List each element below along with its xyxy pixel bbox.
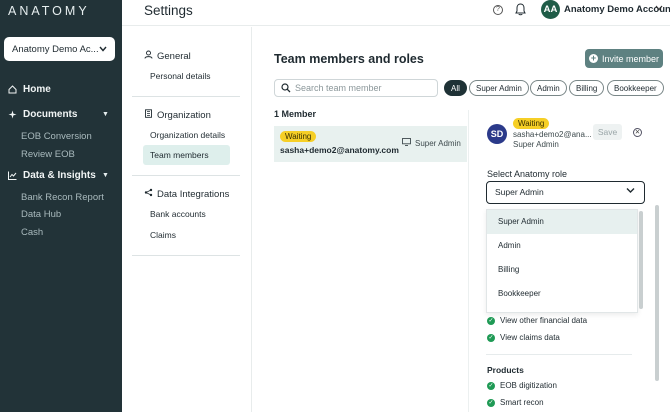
member-count: 1 Member (274, 109, 317, 119)
filter-chip-billing[interactable]: Billing (569, 80, 605, 96)
nav-data-insights-label: Data & Insights (23, 170, 96, 181)
role-option-super-admin[interactable]: Super Admin (487, 210, 637, 234)
plus-icon: + (588, 53, 598, 63)
role-select-value: Super Admin (495, 187, 544, 197)
account-select[interactable]: Anatomy Demo Ac... (4, 37, 115, 61)
role-option-billing[interactable]: Billing (487, 258, 637, 282)
settings-section-data-integrations-label: Data Integrations (157, 188, 230, 200)
member-detail-panel: SD Waiting sasha+demo2@ana... Super Admi… (468, 110, 670, 412)
nav-data-hub[interactable]: Data Hub (21, 209, 61, 220)
nav-documents-label: Documents (23, 109, 78, 120)
filter-chip-super-admin[interactable]: Super Admin (469, 80, 529, 96)
close-icon[interactable]: ✕ (633, 128, 642, 137)
nav-home[interactable]: Home (8, 84, 51, 95)
caret-down-icon[interactable]: ▼ (102, 111, 109, 118)
settings-item-bank-accounts[interactable]: Bank accounts (150, 209, 206, 219)
top-bar: Settings ? AA Anatomy Demo Account (122, 0, 670, 26)
product-item: ✓ EOB digitization (487, 381, 557, 390)
save-button[interactable]: Save (593, 124, 622, 140)
check-circle-icon: ✓ (487, 316, 495, 325)
building-icon (144, 109, 153, 121)
product-label: EOB digitization (500, 381, 557, 390)
permission-item: ✓ View other financial data (487, 316, 587, 325)
check-circle-icon: ✓ (487, 381, 495, 390)
member-email: sasha+demo2@anatomy.com (280, 145, 399, 155)
nav-data-insights[interactable]: Data & Insights (8, 170, 96, 181)
member-role: Super Admin (513, 140, 559, 149)
nav-bank-recon-report[interactable]: Bank Recon Report (21, 192, 104, 203)
permission-item: ✓ View claims data (487, 333, 560, 342)
member-role-label: Super Admin (415, 138, 461, 148)
settings-section-data-integrations: Data Integrations (144, 188, 229, 200)
settings-item-organization-details[interactable]: Organization details (150, 130, 225, 140)
section-title: Team members and roles (274, 52, 424, 66)
share-icon (144, 188, 153, 200)
settings-item-claims[interactable]: Claims (150, 230, 176, 240)
settings-section-general: General (144, 50, 191, 62)
role-option-admin[interactable]: Admin (487, 234, 637, 258)
search-icon (281, 83, 291, 95)
sparkle-icon (8, 110, 17, 119)
settings-nav: General Personal details Organization Or… (122, 27, 252, 412)
chart-line-icon (8, 171, 17, 180)
dropdown-scrollbar[interactable] (639, 211, 643, 309)
sidebar: ANATOMY Anatomy Demo Ac... Home Document… (0, 0, 122, 412)
product-item: ✓ Smart recon (487, 398, 544, 407)
home-icon (8, 85, 17, 94)
avatar[interactable]: AA (541, 0, 560, 19)
member-email: sasha+demo2@ana... (513, 130, 592, 139)
nav-eob-conversion[interactable]: EOB Conversion (21, 131, 92, 142)
divider (132, 175, 240, 176)
role-option-bookkeeper[interactable]: Bookkeeper (487, 282, 637, 306)
nav-review-eob[interactable]: Review EOB (21, 149, 75, 160)
help-icon[interactable]: ? (493, 5, 503, 15)
filter-chip-admin[interactable]: Admin (530, 80, 567, 96)
search-placeholder: Search team member (295, 83, 382, 93)
nav-documents[interactable]: Documents (8, 109, 77, 120)
status-badge: Waiting (280, 131, 317, 142)
app-logo: ANATOMY (8, 4, 90, 18)
filter-chip-all[interactable]: All (444, 80, 467, 96)
check-circle-icon: ✓ (487, 398, 495, 407)
bell-icon[interactable] (515, 3, 526, 19)
check-circle-icon: ✓ (487, 333, 495, 342)
role-dropdown-menu: Super Admin Admin Billing Bookkeeper (486, 209, 638, 313)
status-badge: Waiting (513, 118, 550, 129)
divider (486, 354, 632, 355)
table-row[interactable]: Waiting sasha+demo2@anatomy.com Super Ad… (274, 126, 467, 162)
user-icon (144, 50, 153, 62)
product-label: Smart recon (500, 398, 544, 407)
filter-chip-bookkeeper[interactable]: Bookkeeper (607, 80, 664, 96)
avatar: SD (487, 124, 507, 144)
invite-member-label: Invite member (601, 53, 660, 64)
chevron-down-icon (99, 44, 107, 55)
chevron-down-icon (626, 186, 635, 196)
settings-item-personal-details[interactable]: Personal details (150, 71, 210, 81)
chevron-down-icon[interactable] (655, 4, 663, 13)
settings-section-organization: Organization (144, 109, 211, 121)
invite-member-button[interactable]: + Invite member (585, 49, 663, 68)
search-input[interactable]: Search team member (274, 79, 438, 97)
member-role: Super Admin (402, 138, 461, 148)
role-select[interactable]: Super Admin (486, 181, 645, 204)
caret-down-icon[interactable]: ▼ (102, 172, 109, 179)
nav-home-label: Home (23, 84, 51, 95)
settings-item-team-members[interactable]: Team members (143, 145, 230, 165)
permission-label: View claims data (500, 333, 560, 342)
settings-section-organization-label: Organization (157, 109, 211, 121)
account-select-value: Anatomy Demo Ac... (12, 43, 99, 55)
settings-section-general-label: General (157, 50, 191, 62)
nav-cash[interactable]: Cash (21, 227, 43, 238)
role-select-label: Select Anatomy role (487, 169, 568, 179)
divider (132, 255, 240, 256)
products-heading: Products (487, 365, 524, 375)
page-title: Settings (144, 3, 193, 18)
monitor-icon (402, 138, 411, 148)
divider (132, 96, 240, 97)
panel-scrollbar[interactable] (655, 205, 659, 381)
permission-label: View other financial data (500, 316, 588, 325)
